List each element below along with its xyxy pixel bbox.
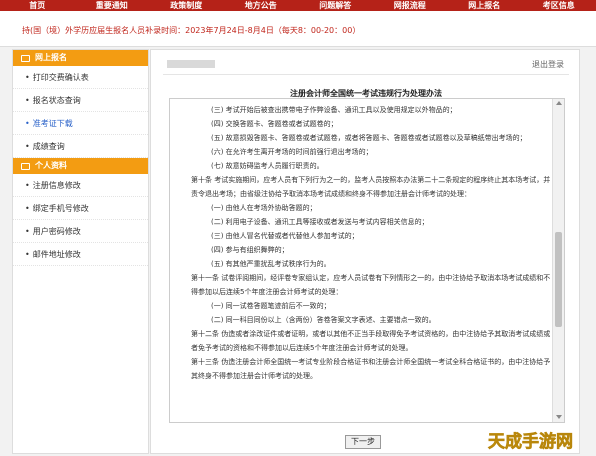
nav-online-registration[interactable]: 网上报名 [447, 0, 522, 11]
bullet-icon: • [25, 204, 30, 213]
sidebar-item-edit-phone[interactable]: • 绑定手机号修改 [13, 197, 148, 220]
nav-exam-area-info[interactable]: 考区信息 [522, 0, 596, 11]
scroll-thumb[interactable] [555, 232, 562, 327]
doc-paragraph: (七) 故意妨碍监考人员履行职责的。 [211, 162, 324, 170]
blurred-username [167, 60, 215, 68]
doc-paragraph: (二) 利用电子设备、通讯工具等接收或者发送与考试内容相关信息的； [211, 218, 429, 226]
doc-paragraph: 第十条 考试实施期间，应考人员有下列行为之一的，监考人员按照本办法第二十二条规定… [191, 176, 551, 198]
notice-bar: 持(国（境）外学历应届生报名人员补录时间：2023年7月24日-8月4日（每天8… [0, 11, 596, 47]
doc-paragraph: (五) 故意损毁答题卡、答题卷或者试题卷，或者将答题卡、答题卷或者试题卷以及草稿… [211, 134, 527, 142]
sidebar-item-edit-email[interactable]: • 邮件地址修改 [13, 243, 148, 266]
bullet-icon: • [25, 250, 30, 259]
doc-paragraph: 第十一条 试卷评阅期间，经评卷专家组认定，应考人员试卷有下列情形之一的，由中注协… [191, 274, 551, 296]
user-card-icon [21, 162, 30, 170]
bullet-icon: • [25, 181, 30, 190]
sidebar-item-admission-download[interactable]: • 准考证下载 [13, 112, 148, 135]
sidebar-item-edit-password[interactable]: • 用户密码修改 [13, 220, 148, 243]
scroll-down-arrow-icon[interactable] [556, 415, 562, 419]
sidebar-item-edit-registration[interactable]: • 注册信息修改 [13, 174, 148, 197]
site-watermark: 天成手游网 [488, 432, 574, 453]
top-nav: 首页 重要通知 政策制度 地方公告 问题解答 网报流程 网上报名 考区信息 [0, 0, 596, 11]
doc-paragraph: (四) 参与有组织舞弊的； [211, 246, 289, 254]
sidebar-section-profile: 个人资料 [13, 158, 148, 174]
doc-paragraph: (三) 考试开始后被查出携带电子作弊设备、通讯工具以及使用规定以外物品的； [211, 106, 457, 114]
doc-paragraph: (一) 同一试卷答题笔迹前后不一致的； [211, 302, 331, 310]
scroll-up-arrow-icon[interactable] [556, 101, 562, 105]
doc-paragraph: 第十二条 伪造或者涂改证件或者证明，或者以其他不正当手段取得免予考试资格的，由中… [191, 330, 551, 352]
sidebar-item-score-query[interactable]: • 成绩查询 [13, 135, 148, 158]
nav-process[interactable]: 网报流程 [373, 0, 448, 11]
bullet-icon: • [25, 96, 30, 105]
doc-paragraph: (五) 有其他严重扰乱考试秩序行为的。 [211, 260, 331, 268]
notice-text: 持(国（境）外学历应届生报名人员补录时间：2023年7月24日-8月4日（每天8… [22, 26, 361, 35]
document-scroll-box[interactable]: (三) 考试开始后被查出携带电子作弊设备、通讯工具以及使用规定以外物品的； (四… [169, 98, 565, 423]
nav-notices[interactable]: 重要通知 [75, 0, 150, 11]
vertical-scrollbar[interactable] [552, 99, 564, 422]
divider [163, 74, 569, 75]
nav-policy[interactable]: 政策制度 [149, 0, 224, 11]
doc-paragraph: (六) 在允许考生离开考场的时间前强行退出考场的； [211, 148, 373, 156]
sidebar-item-print-payment[interactable]: • 打印交费确认表 [13, 66, 148, 89]
logout-link[interactable]: 退出登录 [532, 59, 564, 70]
doc-paragraph: (四) 交换答题卡、答题卷或者试题卷的； [211, 120, 338, 128]
doc-paragraph: (一) 由他人在考场外协助答题的； [211, 204, 317, 212]
sidebar-section-label: 网上报名 [35, 53, 67, 62]
nav-home[interactable]: 首页 [0, 0, 75, 11]
sidebar: 网上报名 • 打印交费确认表 • 报名状态查询 • 准考证下载 • 成绩查询 个人资料 … [12, 49, 149, 454]
bullet-icon: • [25, 227, 30, 236]
nav-local-announcements[interactable]: 地方公告 [224, 0, 299, 11]
document-text: (三) 考试开始后被查出携带电子作弊设备、通讯工具以及使用规定以外物品的； (四… [174, 103, 552, 383]
doc-paragraph: (二) 同一科目同份以上（含两份）答卷答案文字表述、主要错点一致的。 [211, 316, 436, 324]
bullet-icon: • [25, 142, 30, 151]
monitor-icon [21, 54, 30, 62]
bullet-icon: • [25, 73, 30, 82]
sidebar-section-label: 个人资料 [35, 161, 67, 170]
main-panel: 退出登录 注册会计师全国统一考试违规行为处理办法 (三) 考试开始后被查出携带电… [150, 49, 580, 454]
nav-faq[interactable]: 问题解答 [298, 0, 373, 11]
doc-paragraph: (三) 由他人冒名代替或者代替他人参加考试的； [211, 232, 359, 240]
sidebar-section-registration: 网上报名 [13, 50, 148, 66]
bullet-icon: • [25, 119, 30, 128]
doc-paragraph: 第十三条 伪造注册会计师全国统一考试专业阶段合格证书和注册会计师全国统一考试全科… [191, 358, 551, 380]
next-step-button[interactable]: 下一步 [345, 435, 381, 449]
sidebar-item-status-query[interactable]: • 报名状态查询 [13, 89, 148, 112]
